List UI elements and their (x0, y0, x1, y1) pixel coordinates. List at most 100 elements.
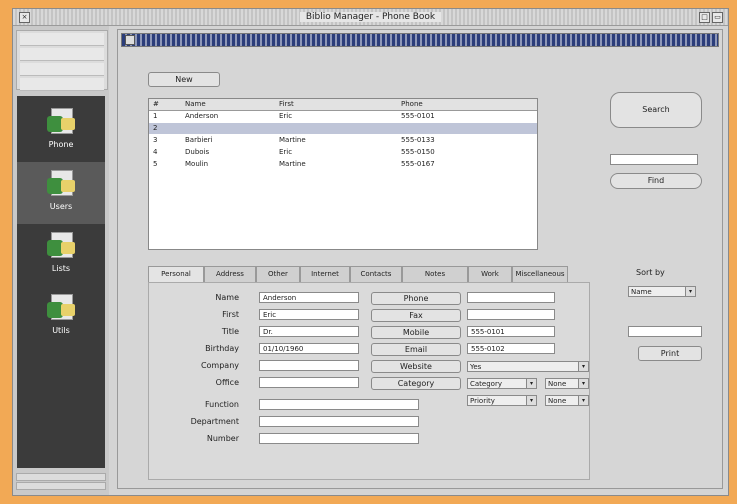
fax-field[interactable] (467, 309, 555, 320)
chevron-down-icon: ▾ (578, 362, 588, 371)
row-first: Eric (279, 148, 293, 156)
website-label[interactable]: Website (371, 360, 461, 373)
panel-control[interactable] (16, 482, 106, 490)
table-row[interactable]: 5 Moulin Martine 555-0167 (149, 159, 537, 170)
name-field[interactable]: Anderson (259, 292, 359, 303)
tab-address[interactable]: Address (204, 266, 256, 282)
field-label: Name (215, 293, 239, 302)
row-number: 4 (153, 148, 158, 156)
search-input[interactable] (610, 154, 698, 165)
zoom-icon[interactable]: □ (699, 12, 710, 23)
new-button[interactable]: New (148, 72, 220, 87)
row-name: Anderson (185, 112, 219, 120)
tab-bar: Personal Address Other Internet Contacts… (148, 266, 568, 283)
row-phone: 555-0133 (401, 136, 435, 144)
tab-panel: Name First Title Birthday Company Office… (148, 282, 590, 480)
field-label: Company (200, 361, 239, 370)
category-label[interactable]: Category (371, 377, 461, 390)
tab-contacts[interactable]: Contacts (350, 266, 402, 282)
tab-work[interactable]: Work (468, 266, 512, 282)
print-input[interactable] (628, 326, 702, 337)
close-icon[interactable] (125, 35, 135, 45)
document-icon (47, 168, 77, 196)
title-bar[interactable]: × Biblio Manager - Phone Book □ ▭ (13, 9, 728, 26)
panel-control[interactable] (20, 78, 104, 91)
fax-label[interactable]: Fax (371, 309, 461, 322)
row-name: Moulin (185, 160, 209, 168)
main-panel: New # Name First Phone 1 Anderson Eric 5… (117, 29, 723, 489)
field-label: Function (204, 400, 239, 409)
function-field[interactable] (259, 399, 419, 410)
select-value: Yes (470, 363, 482, 371)
sort-select[interactable]: Name ▾ (628, 286, 696, 297)
field-label: Title (221, 327, 239, 336)
inner-title-bar[interactable] (121, 33, 719, 47)
sidebar-item-utils[interactable]: Utils (17, 286, 105, 348)
panel-control[interactable] (20, 63, 104, 76)
sidebar-item-label: Phone (48, 140, 74, 149)
department-field[interactable] (259, 416, 419, 427)
sidebar-item-label: Utils (52, 326, 70, 335)
icon-strip: Phone Users Lists Utils (17, 96, 105, 468)
phone-label[interactable]: Phone (371, 292, 461, 305)
left-panel: Phone Users Lists Utils (13, 26, 109, 495)
number-field[interactable] (259, 433, 419, 444)
mobile-field[interactable]: 555-0101 (467, 326, 555, 337)
office-field[interactable] (259, 377, 359, 388)
category-value-select[interactable]: None ▾ (545, 378, 589, 389)
category-select[interactable]: Category ▾ (467, 378, 537, 389)
document-icon (47, 292, 77, 320)
chevron-down-icon: ▾ (526, 396, 536, 405)
panel-control[interactable] (20, 33, 104, 46)
table-row[interactable]: 1 Anderson Eric 555-0101 (149, 111, 537, 122)
column-header[interactable]: # (153, 100, 159, 108)
row-name: Barbieri (185, 136, 213, 144)
row-first: Eric (279, 112, 293, 120)
select-value: None (548, 380, 567, 388)
select-value: None (548, 397, 567, 405)
table-row[interactable]: 2 (149, 123, 537, 134)
tab-misc[interactable]: Miscellaneous (512, 266, 568, 282)
email-label[interactable]: Email (371, 343, 461, 356)
row-number: 2 (153, 124, 158, 132)
panel-control[interactable] (20, 48, 104, 61)
tab-internet[interactable]: Internet (300, 266, 350, 282)
column-header[interactable]: First (279, 100, 294, 108)
print-button[interactable]: Print (638, 346, 702, 361)
company-field[interactable] (259, 360, 359, 371)
row-name: Dubois (185, 148, 210, 156)
priority-value-select[interactable]: None ▾ (545, 395, 589, 406)
left-panel-footer (16, 472, 106, 492)
panel-control[interactable] (16, 473, 106, 481)
field-label: Office (215, 378, 239, 387)
tab-personal[interactable]: Personal (148, 266, 204, 283)
sidebar-item-label: Lists (51, 264, 71, 273)
tab-other[interactable]: Other (256, 266, 300, 282)
sidebar-item-phone[interactable]: Phone (17, 100, 105, 162)
chevron-down-icon: ▾ (685, 287, 695, 296)
find-button[interactable]: Find (610, 173, 702, 189)
row-number: 1 (153, 112, 158, 120)
phone-field[interactable] (467, 292, 555, 303)
column-header[interactable]: Name (185, 100, 206, 108)
sidebar-item-users[interactable]: Users (17, 162, 105, 224)
priority-select[interactable]: Priority ▾ (467, 395, 537, 406)
status-select[interactable]: Yes ▾ (467, 361, 589, 372)
table-row[interactable]: 4 Dubois Eric 555-0150 (149, 147, 537, 158)
mobile-label[interactable]: Mobile (371, 326, 461, 339)
close-icon[interactable]: × (19, 12, 30, 23)
sidebar-item-label: Users (49, 202, 73, 211)
tab-notes[interactable]: Notes (402, 266, 468, 282)
sidebar-item-lists[interactable]: Lists (17, 224, 105, 286)
birthday-field[interactable]: 01/10/1960 (259, 343, 359, 354)
app-window: × Biblio Manager - Phone Book □ ▭ Phone … (12, 8, 729, 496)
table-row[interactable]: 3 Barbieri Martine 555-0133 (149, 135, 537, 146)
chevron-down-icon: ▾ (526, 379, 536, 388)
email-field[interactable]: 555-0102 (467, 343, 555, 354)
title-field[interactable]: Dr. (259, 326, 359, 337)
search-button[interactable]: Search (610, 92, 702, 128)
first-field[interactable]: Eric (259, 309, 359, 320)
row-first: Martine (279, 160, 306, 168)
collapse-icon[interactable]: ▭ (712, 12, 723, 23)
column-header[interactable]: Phone (401, 100, 423, 108)
